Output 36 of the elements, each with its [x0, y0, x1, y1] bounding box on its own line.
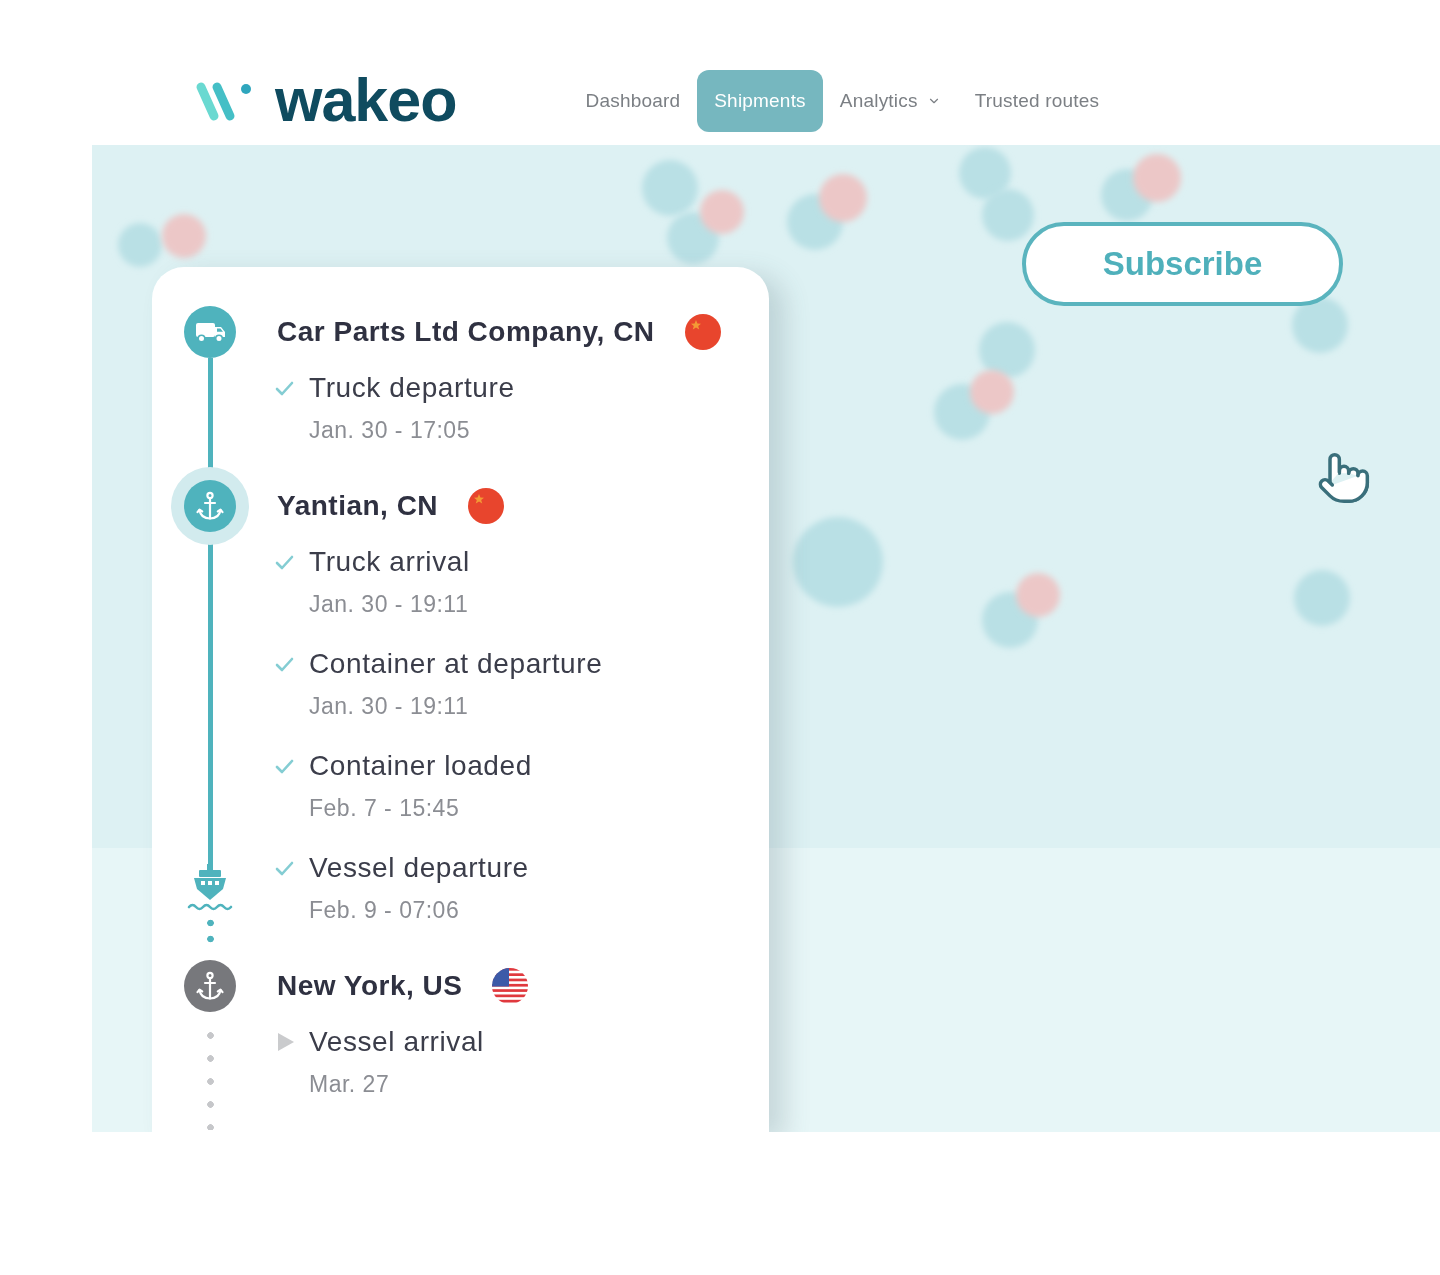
- blurred-dot: [819, 174, 867, 222]
- blurred-dot: [667, 212, 719, 264]
- logo-wordmark: wakeo: [275, 70, 457, 131]
- blurred-dot: [979, 322, 1035, 378]
- location-name: Car Parts Ltd Company, CN: [277, 316, 655, 348]
- blurred-dot: [1294, 570, 1350, 626]
- blurred-dot: [162, 214, 206, 258]
- blurred-dot: [700, 190, 744, 234]
- event-date: Feb. 9 - 07:06: [309, 896, 460, 925]
- event-label: Container at departure: [309, 647, 603, 681]
- event-label: Vessel arrival: [309, 1025, 484, 1059]
- event-date: Jan. 30 - 17:05: [309, 416, 470, 445]
- nav-tab[interactable]: Dashboard: [568, 69, 698, 132]
- event-label: Truck departure: [309, 371, 515, 405]
- nav-tab[interactable]: Analytics: [822, 69, 958, 132]
- blurred-dot: [970, 370, 1014, 414]
- event-date: Feb. 7 - 15:45: [309, 794, 460, 823]
- blurred-dot: [982, 189, 1034, 241]
- blurred-dot: [1016, 573, 1060, 617]
- subscribe-button[interactable]: Subscribe: [1022, 222, 1343, 306]
- location-name: Yantian, CN: [277, 490, 439, 522]
- hand-pointer-icon: [1316, 450, 1372, 506]
- blurred-dot: [642, 160, 698, 216]
- blurred-dot: [1292, 297, 1348, 353]
- event-label: Container loaded: [309, 749, 532, 783]
- blurred-dot: [1133, 154, 1181, 202]
- event-date: Jan. 30 - 19:11: [309, 590, 469, 619]
- event-date: Jan. 30 - 19:11: [309, 692, 469, 721]
- nav-tab[interactable]: Trusted routes: [957, 69, 1117, 132]
- event-label: Vessel departure: [309, 851, 529, 885]
- nav-tab[interactable]: Shipments: [697, 69, 823, 132]
- event-label: Truck arrival: [309, 545, 470, 579]
- blurred-dot: [959, 147, 1011, 199]
- location-name: New York, US: [277, 970, 463, 1002]
- blurred-dot: [118, 223, 162, 267]
- event-date: Mar. 27: [309, 1070, 390, 1099]
